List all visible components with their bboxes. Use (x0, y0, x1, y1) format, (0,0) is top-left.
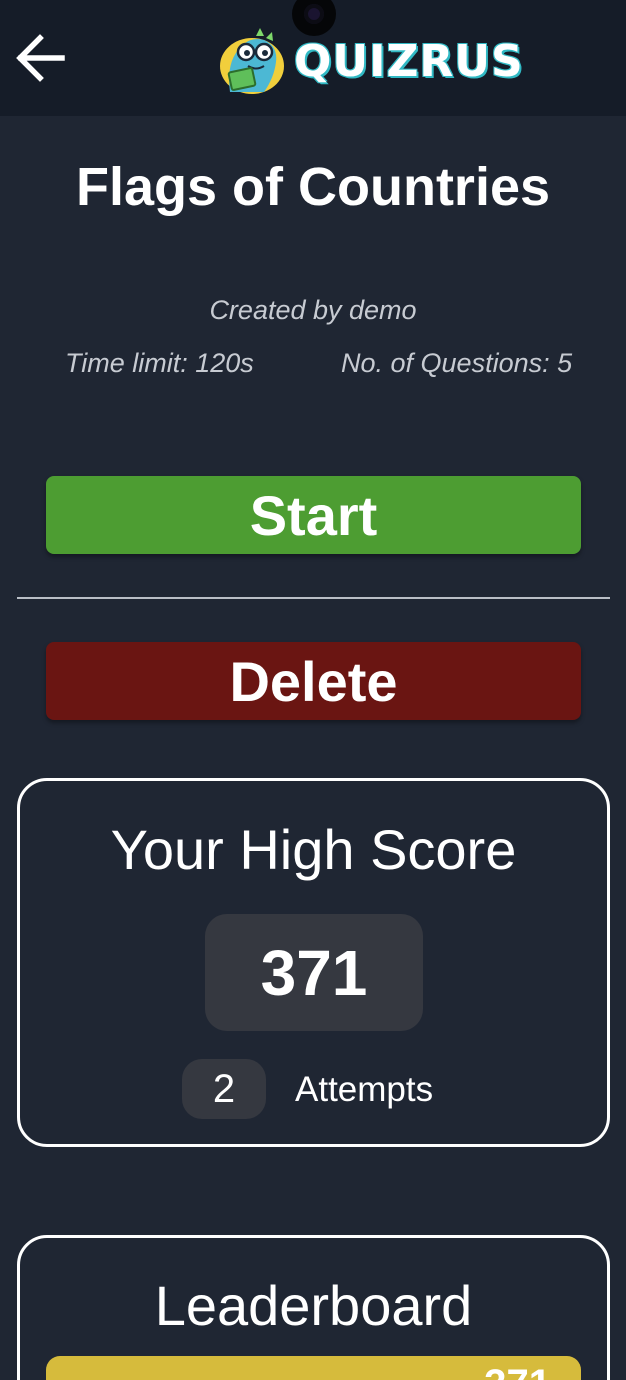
quizrus-logo: QUIZRUS (216, 22, 523, 96)
start-button[interactable]: Start (46, 476, 581, 554)
arrow-left-icon (16, 34, 65, 82)
high-score-title: Your High Score (110, 818, 517, 881)
quiz-question-count: No. of Questions: 5 (341, 348, 573, 378)
delete-button[interactable]: Delete (46, 642, 581, 720)
quiz-title: Flags of Countries (75, 157, 551, 217)
high-score-value: 371 (205, 914, 423, 1031)
attempts-count: 2 (182, 1059, 266, 1119)
high-score-card: Your High Score 371 2 Attempts (17, 778, 610, 1147)
logo-text: QUIZRUS (294, 36, 524, 87)
quiz-creator: Created by demo (209, 295, 417, 325)
divider (17, 597, 610, 599)
leaderboard-title: Leaderboard (154, 1274, 473, 1337)
dinosaur-mascot-icon (220, 28, 284, 94)
leaderboard-row[interactable]: 371 (46, 1356, 581, 1380)
quiz-detail-screen: QUIZRUS Flags of Countries Created by de… (0, 0, 626, 1380)
leaderboard-card: Leaderboard 371 (17, 1235, 610, 1380)
leaderboard-row-score: 371 (484, 1362, 551, 1380)
app-header: QUIZRUS (0, 0, 626, 116)
attempts-label: Attempts (295, 1070, 434, 1109)
back-button[interactable] (12, 30, 68, 86)
quiz-time-limit: Time limit: 120s (65, 348, 254, 378)
